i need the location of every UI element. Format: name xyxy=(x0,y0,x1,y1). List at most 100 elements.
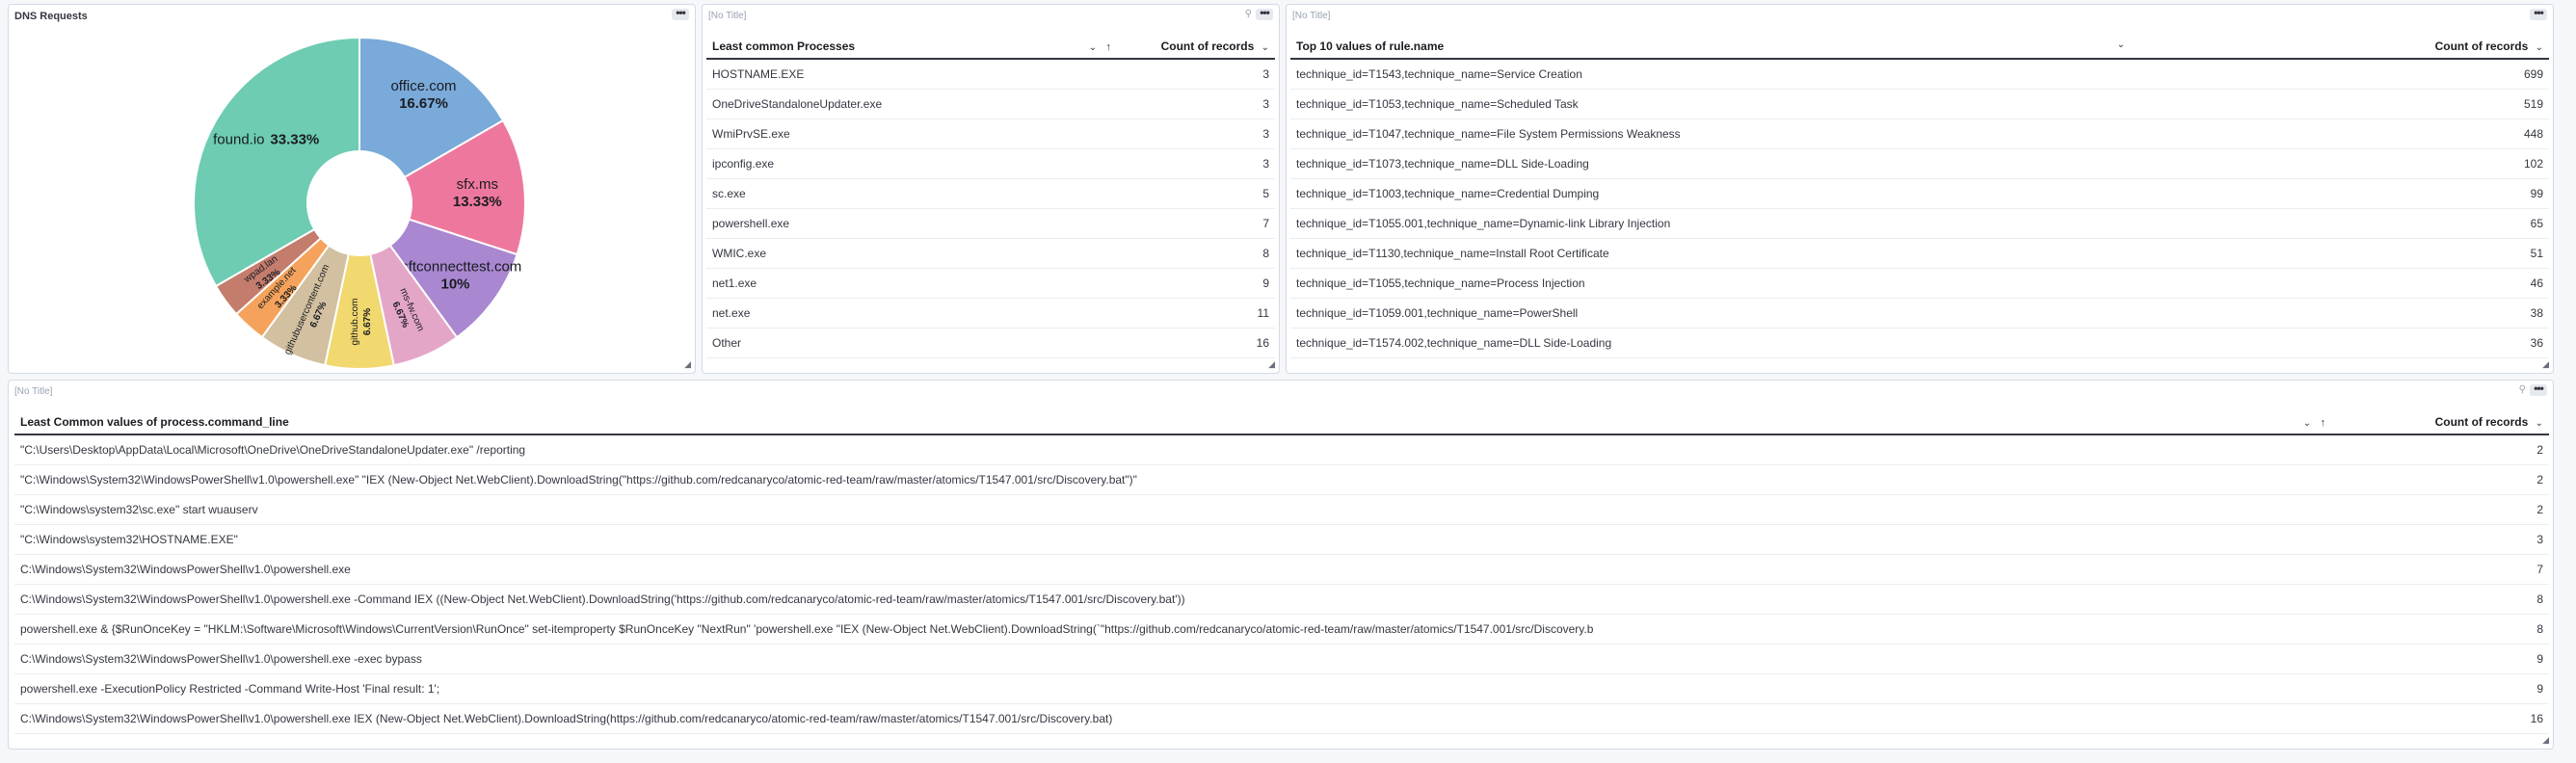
table-row[interactable]: technique_id=T1003,technique_name=Creden… xyxy=(1290,178,2549,209)
table-row[interactable]: C:\Windows\System32\WindowsPowerShell\v1… xyxy=(14,644,2549,674)
table-row[interactable]: powershell.exe -ExecutionPolicy Restrict… xyxy=(14,673,2549,704)
pie-label: sfx.ms13.33% xyxy=(453,176,502,210)
table-row[interactable]: technique_id=T1130,technique_name=Instal… xyxy=(1290,238,2549,269)
resize-handle-icon[interactable]: ◢ xyxy=(1268,359,1275,370)
table-row[interactable]: ipconfig.exe 3 xyxy=(706,148,1275,179)
table-row[interactable]: Other 16 xyxy=(706,328,1275,358)
table-cell-value[interactable]: net1.exe xyxy=(706,268,1119,299)
table-cell-value[interactable]: powershell.exe & {$RunOnceKey = "HKLM:\S… xyxy=(14,614,2345,645)
table-cell-value[interactable]: technique_id=T1073,technique_name=DLL Si… xyxy=(1290,148,2133,179)
table-cell-value[interactable]: Other xyxy=(706,328,1119,358)
filter-icon[interactable]: ⚲ xyxy=(1245,9,1252,19)
table-cell-value[interactable]: powershell.exe xyxy=(706,208,1119,239)
table-cell-value[interactable]: technique_id=T1055,technique_name=Proces… xyxy=(1290,268,2133,299)
table-cell-value[interactable]: technique_id=T1055.001,technique_name=Dy… xyxy=(1290,208,2133,239)
table-cell-count: 8 xyxy=(2345,584,2549,615)
column-header-rule-name[interactable]: Top 10 values of rule.name ⌄ xyxy=(1290,34,2133,60)
column-header-count[interactable]: Count of records ⌄ xyxy=(2345,409,2549,435)
resize-handle-icon[interactable]: ◢ xyxy=(684,359,691,370)
column-header-count[interactable]: Count of records ⌄ xyxy=(1119,34,1275,60)
table-row[interactable]: technique_id=T1055.001,technique_name=Dy… xyxy=(1290,208,2549,239)
dns-pie-chart[interactable]: office.com16.67%sfx.ms13.33%msftconnectt… xyxy=(9,5,696,374)
table-row[interactable]: "C:\Users\Desktop\AppData\Local\Microsof… xyxy=(14,434,2549,465)
table-cell-count: 5 xyxy=(1119,178,1275,209)
table-cell-value[interactable]: HOSTNAME.EXE xyxy=(706,59,1119,90)
table-row[interactable]: C:\Windows\System32\WindowsPowerShell\v1… xyxy=(14,703,2549,734)
top-rule-names-panel: [No Title] ••• Top 10 values of rule.nam… xyxy=(1286,4,2554,374)
column-header-process[interactable]: Least common Processes ⌄ ↑ xyxy=(706,34,1119,60)
table-row[interactable]: technique_id=T1543,technique_name=Servic… xyxy=(1290,59,2549,90)
panel-title: [No Title] xyxy=(708,11,747,21)
table-cell-value[interactable]: OneDriveStandaloneUpdater.exe xyxy=(706,89,1119,119)
table-row[interactable]: powershell.exe 7 xyxy=(706,208,1275,239)
column-header-label: Least common Processes xyxy=(712,39,856,53)
more-options-icon[interactable]: ••• xyxy=(2530,382,2547,396)
table-cell-value[interactable]: technique_id=T1574.002,technique_name=DL… xyxy=(1290,328,2133,358)
table-row[interactable]: HOSTNAME.EXE 3 xyxy=(706,59,1275,90)
sort-ascending-icon[interactable]: ↑ xyxy=(2321,417,2326,429)
table-row[interactable]: WmiPrvSE.exe 3 xyxy=(706,118,1275,149)
sort-ascending-icon[interactable]: ↑ xyxy=(1106,41,1112,53)
table-row[interactable]: net.exe 11 xyxy=(706,298,1275,329)
table-cell-value[interactable]: net.exe xyxy=(706,298,1119,329)
column-header-count[interactable]: Count of records ⌄ xyxy=(2133,34,2549,60)
chevron-down-icon[interactable]: ⌄ xyxy=(2303,418,2311,429)
table-row[interactable]: technique_id=T1055,technique_name=Proces… xyxy=(1290,268,2549,299)
table-cell-count: 2 xyxy=(2345,434,2549,465)
table-cell-value[interactable]: technique_id=T1130,technique_name=Instal… xyxy=(1290,238,2133,269)
table-cell-value[interactable]: "C:\Users\Desktop\AppData\Local\Microsof… xyxy=(14,434,2345,465)
table-cell-value[interactable]: ipconfig.exe xyxy=(706,148,1119,179)
table-row[interactable]: "C:\Windows\system32\HOSTNAME.EXE" 3 xyxy=(14,524,2549,555)
table-row[interactable]: C:\Windows\System32\WindowsPowerShell\v1… xyxy=(14,584,2549,615)
table-cell-value[interactable]: powershell.exe -ExecutionPolicy Restrict… xyxy=(14,673,2345,704)
chevron-down-icon[interactable]: ⌄ xyxy=(2117,39,2125,50)
table-cell-value[interactable]: WMIC.exe xyxy=(706,238,1119,269)
table-row[interactable]: technique_id=T1073,technique_name=DLL Si… xyxy=(1290,148,2549,179)
chevron-down-icon[interactable]: ⌄ xyxy=(2536,418,2543,429)
more-options-icon[interactable]: ••• xyxy=(2530,7,2547,20)
table-cell-count: 2 xyxy=(2345,464,2549,495)
table-cell-value[interactable]: "C:\Windows\system32\HOSTNAME.EXE" xyxy=(14,524,2345,555)
table-cell-value[interactable]: technique_id=T1059.001,technique_name=Po… xyxy=(1290,298,2133,329)
table-cell-value[interactable]: WmiPrvSE.exe xyxy=(706,118,1119,149)
table-row[interactable]: technique_id=T1059.001,technique_name=Po… xyxy=(1290,298,2549,329)
table-row[interactable]: "C:\Windows\System32\WindowsPowerShell\v… xyxy=(14,464,2549,495)
table-cell-value[interactable]: C:\Windows\System32\WindowsPowerShell\v1… xyxy=(14,584,2345,615)
table-cell-value[interactable]: "C:\Windows\System32\WindowsPowerShell\v… xyxy=(14,464,2345,495)
filter-icon[interactable]: ⚲ xyxy=(2519,384,2526,395)
table-cell-value[interactable]: technique_id=T1053,technique_name=Schedu… xyxy=(1290,89,2133,119)
chevron-down-icon[interactable]: ⌄ xyxy=(1089,42,1097,53)
table-cell-value[interactable]: C:\Windows\System32\WindowsPowerShell\v1… xyxy=(14,703,2345,734)
table-row[interactable]: technique_id=T1053,technique_name=Schedu… xyxy=(1290,89,2549,119)
table-row[interactable]: sc.exe 5 xyxy=(706,178,1275,209)
chevron-down-icon[interactable]: ⌄ xyxy=(1261,42,1269,53)
command-line-panel: [No Title] ⚲ ••• Least Common values of … xyxy=(8,380,2554,750)
table-cell-value[interactable]: "C:\Windows\system32\sc.exe" start wuaus… xyxy=(14,494,2345,525)
dns-requests-panel: DNS Requests ••• office.com 16.67% sfx.ms 1… xyxy=(8,4,696,374)
table-cell-count: 3 xyxy=(1119,89,1275,119)
table-cell-count: 699 xyxy=(2133,59,2549,90)
chevron-down-icon[interactable]: ⌄ xyxy=(2536,42,2543,53)
table-cell-count: 9 xyxy=(2345,673,2549,704)
resize-handle-icon[interactable]: ◢ xyxy=(2542,359,2549,370)
table-cell-count: 8 xyxy=(1119,238,1275,269)
table-row[interactable]: "C:\Windows\system32\sc.exe" start wuaus… xyxy=(14,494,2549,525)
table-cell-value[interactable]: sc.exe xyxy=(706,178,1119,209)
more-options-icon[interactable]: ••• xyxy=(1256,7,1273,20)
table-row[interactable]: OneDriveStandaloneUpdater.exe 3 xyxy=(706,89,1275,119)
table-row[interactable]: C:\Windows\System32\WindowsPowerShell\v1… xyxy=(14,554,2549,585)
resize-handle-icon[interactable]: ◢ xyxy=(2542,735,2549,746)
table-cell-count: 51 xyxy=(2133,238,2549,269)
table-row[interactable]: powershell.exe & {$RunOnceKey = "HKLM:\S… xyxy=(14,614,2549,645)
table-row[interactable]: technique_id=T1574.002,technique_name=DL… xyxy=(1290,328,2549,358)
table-cell-value[interactable]: technique_id=T1003,technique_name=Creden… xyxy=(1290,178,2133,209)
table-cell-value[interactable]: C:\Windows\System32\WindowsPowerShell\v1… xyxy=(14,644,2345,674)
table-cell-value[interactable]: C:\Windows\System32\WindowsPowerShell\v1… xyxy=(14,554,2345,585)
table-row[interactable]: WMIC.exe 8 xyxy=(706,238,1275,269)
table-row[interactable]: net1.exe 9 xyxy=(706,268,1275,299)
column-header-command-line[interactable]: Least Common values of process.command_l… xyxy=(14,409,2345,435)
table-row[interactable]: technique_id=T1047,technique_name=File S… xyxy=(1290,118,2549,149)
table-cell-value[interactable]: technique_id=T1543,technique_name=Servic… xyxy=(1290,59,2133,90)
rules-table: Top 10 values of rule.name ⌄ Count of re… xyxy=(1290,34,2549,358)
table-cell-value[interactable]: technique_id=T1047,technique_name=File S… xyxy=(1290,118,2133,149)
